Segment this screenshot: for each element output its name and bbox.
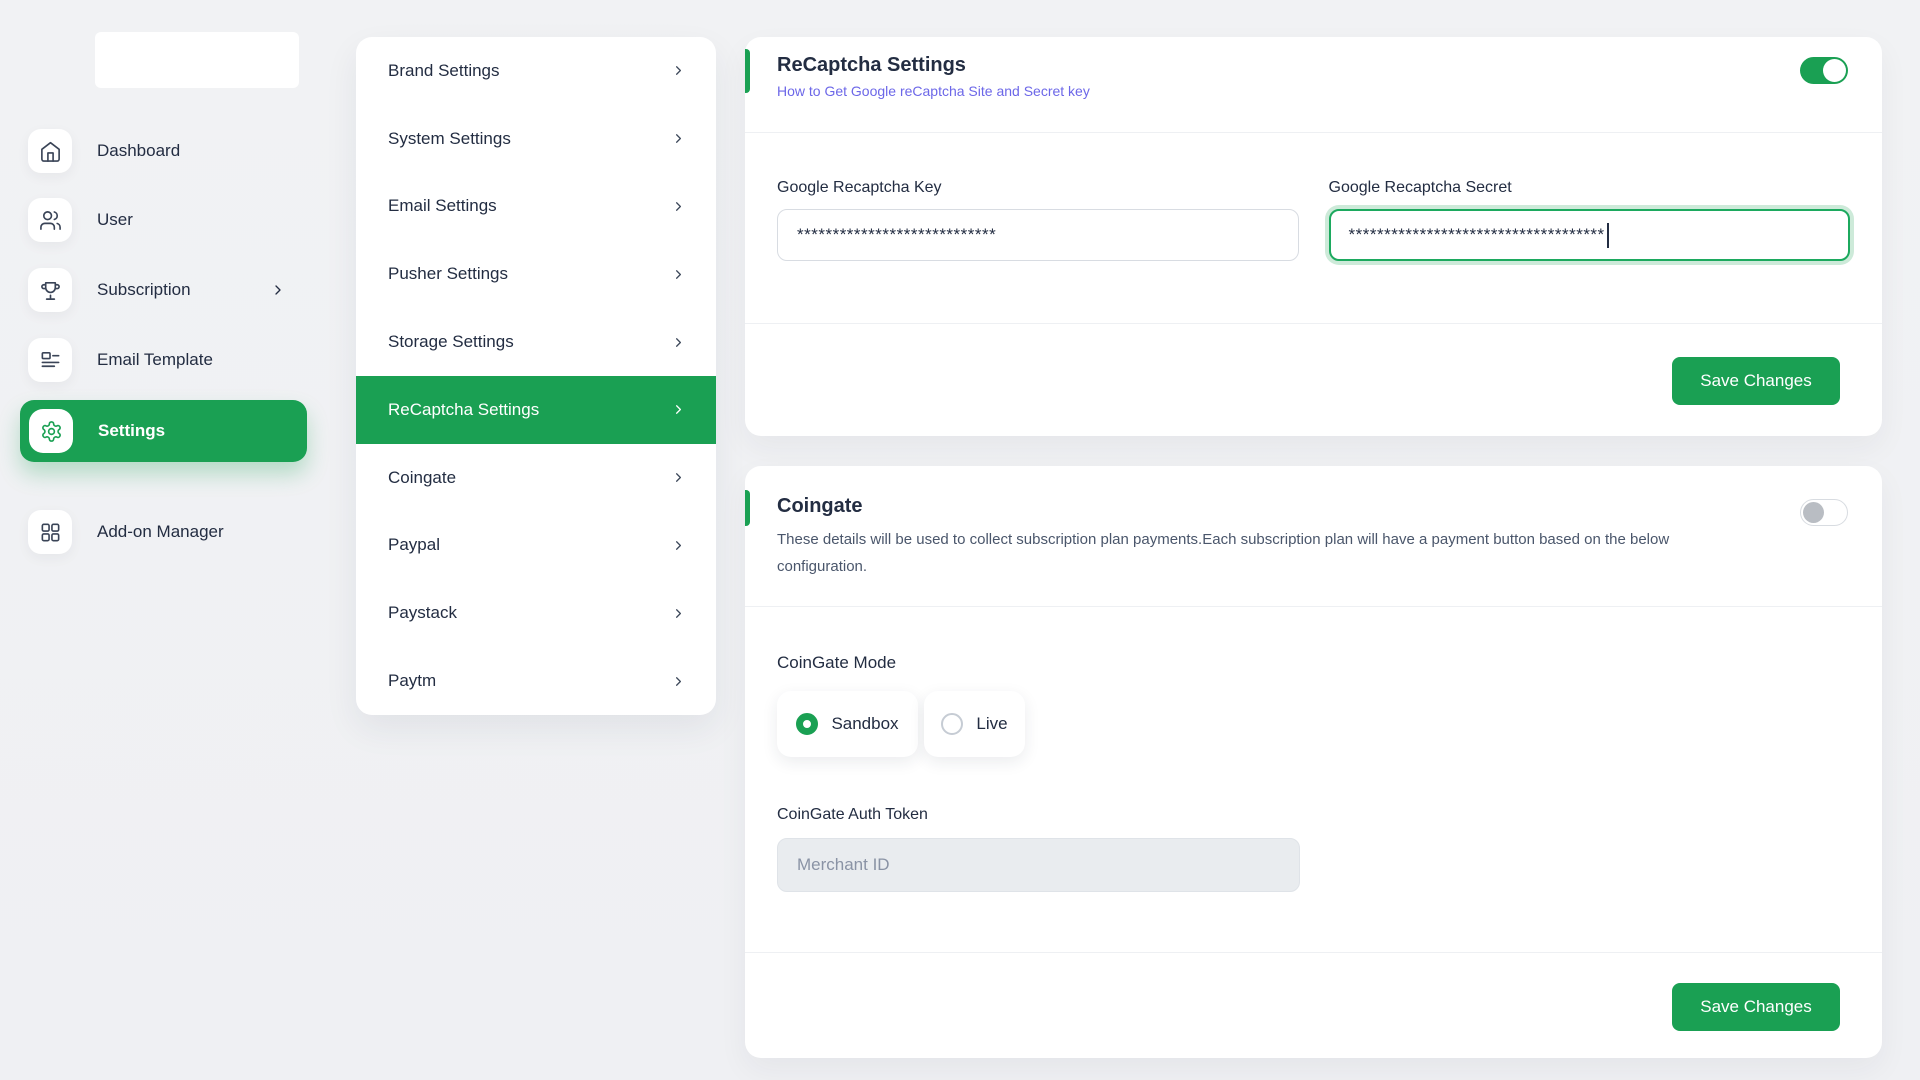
submenu-item-label: Storage Settings [388,332,514,352]
sidebar-item-dashboard[interactable]: Dashboard [28,129,286,173]
radio-selected-icon [796,713,818,735]
coingate-auth-token-input[interactable] [777,838,1300,892]
submenu-item-system-settings[interactable]: System Settings [356,105,716,173]
settings-page: { "colors": { "primary_green": "#1aa053"… [0,0,1920,1080]
sidebar-item-label: Dashboard [97,141,180,161]
sidebar-item-label: Settings [98,421,165,441]
sidebar-item-addon-manager[interactable]: Add-on Manager [28,510,286,554]
layout-icon [28,338,72,382]
coingate-mode-label: CoinGate Mode [777,653,1850,673]
coingate-mode-options: Sandbox Live [777,691,1850,757]
recaptcha-settings-card: ReCaptcha Settings How to Get Google reC… [745,37,1882,436]
recaptcha-secret-input[interactable]: ************************************ [1329,209,1851,261]
recaptcha-key-input[interactable] [777,209,1299,261]
chevron-right-icon [671,63,686,78]
chevron-right-icon [270,282,286,298]
sidebar-item-label: Subscription [97,280,191,300]
recaptcha-secret-label: Google Recaptcha Secret [1329,179,1851,197]
chevron-right-icon [671,538,686,553]
mode-option-sandbox[interactable]: Sandbox [777,691,918,757]
coingate-card-title: Coingate [777,495,1786,518]
coingate-enabled-toggle[interactable] [1800,499,1848,526]
submenu-item-paystack[interactable]: Paystack [356,579,716,647]
grid-icon [28,510,72,554]
recaptcha-key-label: Google Recaptcha Key [777,179,1299,197]
chevron-right-icon [671,335,686,350]
coingate-description: These details will be used to collect su… [777,526,1677,580]
sidebar-item-subscription[interactable]: Subscription [28,268,286,312]
submenu-item-label: Paytm [388,671,436,691]
recaptcha-enabled-toggle[interactable] [1800,57,1848,84]
coingate-card: Coingate These details will be used to c… [745,466,1882,1058]
recaptcha-card-body: Google Recaptcha Key Google Recaptcha Se… [745,133,1882,261]
sidebar-item-label: Add-on Manager [97,522,224,542]
submenu-item-label: Paystack [388,603,457,623]
text-cursor [1607,223,1609,248]
chevron-right-icon [671,131,686,146]
sidebar-item-label: Email Template [97,350,213,370]
submenu-item-label: Pusher Settings [388,264,508,284]
submenu-item-label: Paypal [388,535,440,555]
app-logo[interactable] [95,32,299,88]
coingate-card-body: CoinGate Mode Sandbox Live CoinGate Auth… [745,607,1882,892]
recaptcha-card-title: ReCaptcha Settings [777,54,1786,77]
submenu-item-label: Email Settings [388,196,497,216]
trophy-icon [28,268,72,312]
submenu-item-label: Brand Settings [388,61,500,81]
chevron-right-icon [671,267,686,282]
coingate-card-footer: Save Changes [745,952,1882,1058]
radio-unselected-icon [941,713,963,735]
recaptcha-help-link[interactable]: How to Get Google reCaptcha Site and Sec… [777,83,1090,99]
submenu-item-storage-settings[interactable]: Storage Settings [356,308,716,376]
accent-bar [745,490,750,526]
submenu-item-label: System Settings [388,129,511,149]
recaptcha-card-footer: Save Changes [745,323,1882,436]
submenu-item-email-settings[interactable]: Email Settings [356,173,716,241]
submenu-item-pusher-settings[interactable]: Pusher Settings [356,240,716,308]
mode-option-label: Sandbox [831,714,898,734]
submenu-item-paypal[interactable]: Paypal [356,512,716,580]
recaptcha-card-header: ReCaptcha Settings How to Get Google reC… [745,37,1882,133]
home-icon [28,129,72,173]
coingate-card-header: Coingate These details will be used to c… [745,466,1882,607]
sidebar-item-email-template[interactable]: Email Template [28,338,286,382]
coingate-save-button[interactable]: Save Changes [1672,983,1840,1031]
sidebar-item-user[interactable]: User [28,198,286,242]
recaptcha-secret-field-group: Google Recaptcha Secret ****************… [1329,179,1851,261]
submenu-item-coingate[interactable]: Coingate [356,444,716,512]
chevron-right-icon [671,606,686,621]
submenu-item-label: Coingate [388,468,456,488]
gear-icon [29,409,73,453]
chevron-right-icon [671,402,686,417]
recaptcha-save-button[interactable]: Save Changes [1672,357,1840,405]
mode-option-label: Live [976,714,1007,734]
submenu-item-recaptcha-settings[interactable]: ReCaptcha Settings [356,376,716,444]
accent-bar [745,49,750,93]
chevron-right-icon [671,470,686,485]
submenu-item-paytm[interactable]: Paytm [356,647,716,715]
sidebar-item-settings[interactable]: Settings [20,400,307,462]
submenu-item-label: ReCaptcha Settings [388,400,539,420]
coingate-auth-token-label: CoinGate Auth Token [777,806,1850,824]
settings-submenu-panel: Brand Settings System Settings Email Set… [356,37,716,715]
sidebar-item-label: User [97,210,133,230]
recaptcha-key-field-group: Google Recaptcha Key [777,179,1299,261]
mode-option-live[interactable]: Live [924,691,1025,757]
users-icon [28,198,72,242]
chevron-right-icon [671,199,686,214]
submenu-item-brand-settings[interactable]: Brand Settings [356,37,716,105]
chevron-right-icon [671,674,686,689]
recaptcha-secret-masked-value: ************************************ [1349,225,1605,245]
